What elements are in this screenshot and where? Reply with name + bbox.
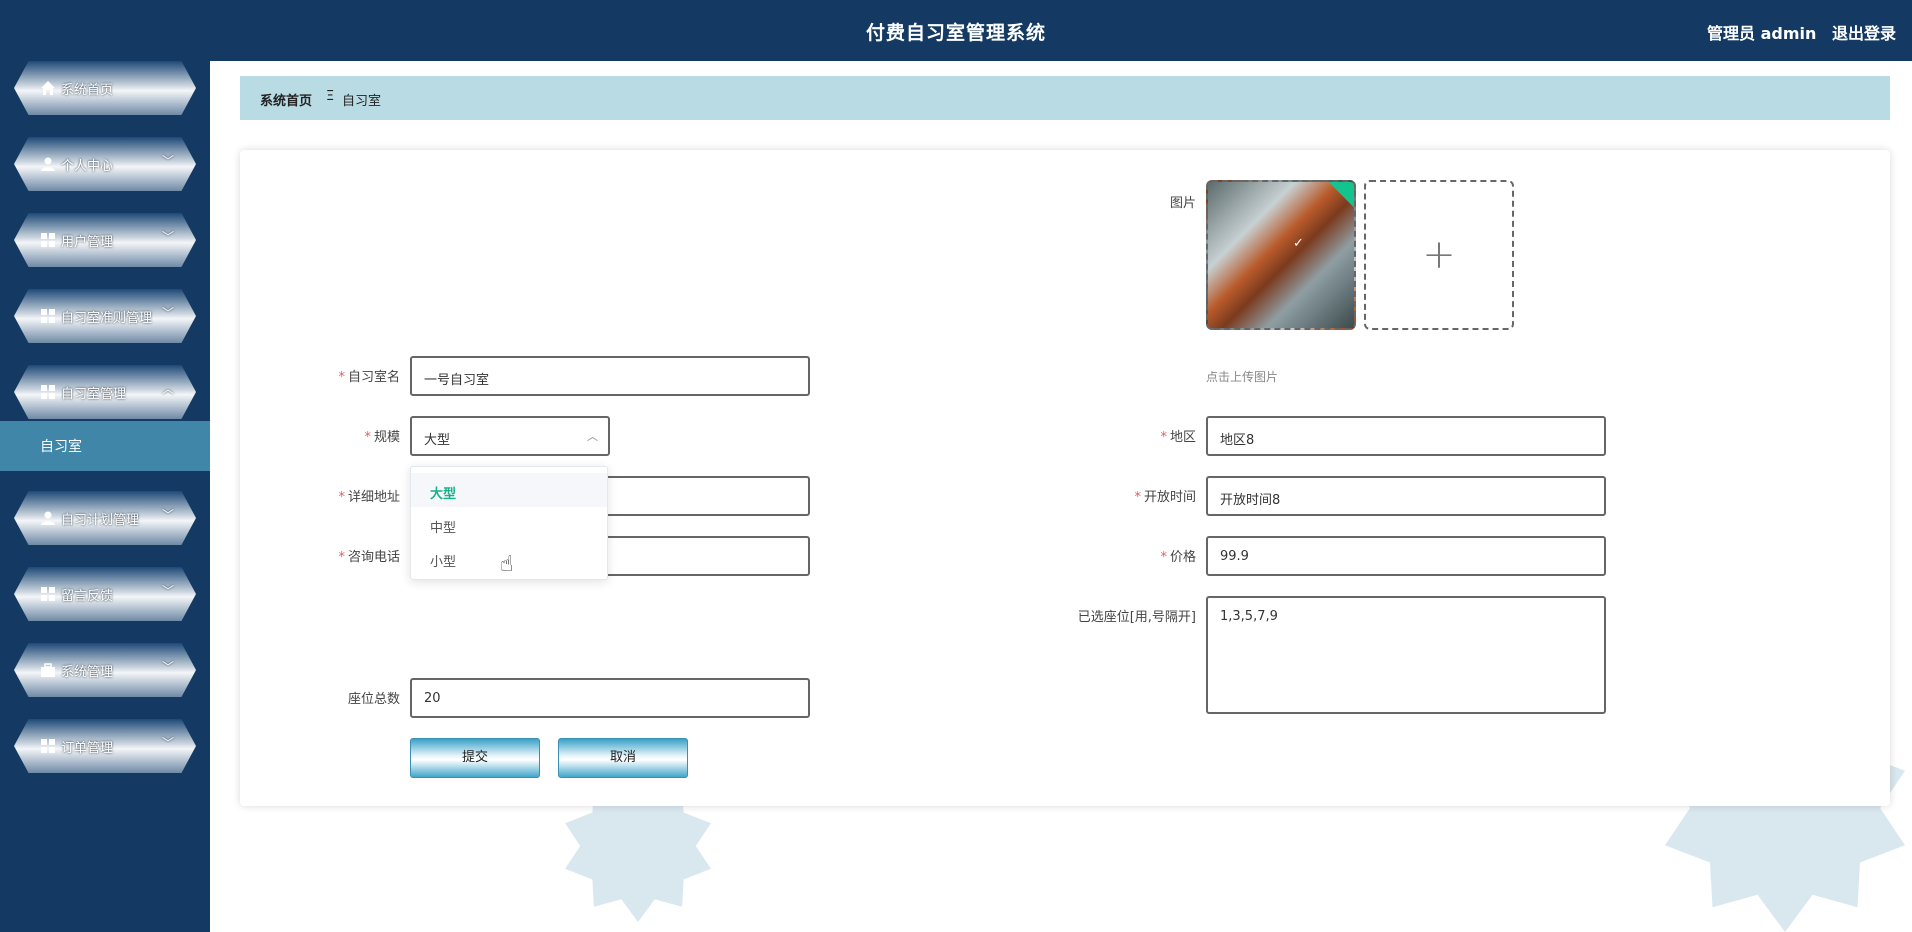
sidebar-item-rules-management[interactable]: 自习室准则管理 ﹀	[14, 289, 196, 343]
phone-label: * 咨询电话	[338, 550, 400, 565]
sidebar-item-system-management[interactable]: 系统管理 ﹀	[14, 643, 196, 697]
app-title: 付费自习室管理系统	[865, 22, 1046, 44]
check-icon: ✓	[1293, 236, 1304, 251]
submit-button[interactable]: 提交	[410, 738, 540, 778]
sidebar: 系统首页 个人中心 ﹀ 用户管理 ﹀ 自习室准则管理 ﹀ 自习室管理 ︿ 自习室…	[0, 61, 210, 932]
dropdown-option[interactable]: 中型	[411, 507, 607, 541]
home-icon	[41, 81, 55, 95]
chevron-up-icon: ︿	[587, 430, 598, 443]
dropdown-option[interactable]: 大型	[411, 473, 607, 507]
logout-link[interactable]: 退出登录	[1832, 24, 1896, 43]
sidebar-item-feedback[interactable]: 留言反馈 ﹀	[14, 567, 196, 621]
scale-select[interactable]: 大型 ︿	[410, 416, 610, 456]
grid-icon	[41, 587, 55, 601]
upload-add-button[interactable]: +	[1364, 180, 1514, 330]
sidebar-item-personal-center[interactable]: 个人中心 ﹀	[14, 137, 196, 191]
user-area: 管理员 admin 退出登录	[1697, 20, 1896, 44]
room-name-label: * 自习室名	[338, 370, 400, 385]
sidebar-item-room-management[interactable]: 自习室管理 ︿	[14, 365, 196, 419]
person-icon	[41, 157, 55, 171]
breadcrumb: 系统首页 Ξ 自习室	[240, 76, 1890, 120]
grid-icon	[41, 739, 55, 753]
cancel-button[interactable]: 取消	[558, 738, 688, 778]
top-bar: 付费自习室管理系统 管理员 admin 退出登录	[0, 0, 1912, 61]
seats-total-input[interactable]: 20	[410, 678, 810, 718]
sidebar-item-label: 系统管理	[61, 665, 114, 680]
sidebar-item-label: 留言反馈	[61, 589, 114, 604]
sidebar-item-label: 自习室准则管理	[61, 311, 153, 326]
uploaded-image-thumbnail[interactable]: ✓	[1206, 180, 1356, 330]
upload-hint: 点击上传图片	[1206, 370, 1279, 384]
breadcrumb-current: 自习室	[342, 94, 382, 109]
person-icon	[41, 511, 55, 525]
room-name-input[interactable]: 一号自习室	[410, 356, 810, 396]
selected-seats-textarea[interactable]: 1,3,5,7,9	[1206, 596, 1606, 714]
region-input[interactable]: 地区8	[1206, 416, 1606, 456]
sidebar-item-label: 用户管理	[61, 235, 114, 250]
sidebar-item-label: 自习计划管理	[61, 513, 140, 528]
breadcrumb-separator-icon: Ξ	[326, 89, 335, 104]
chevron-down-icon: ﹀	[161, 584, 174, 598]
current-user: 管理员 admin	[1707, 24, 1817, 43]
hand-cursor-icon: ☝	[500, 552, 514, 577]
briefcase-icon	[41, 663, 55, 677]
chevron-down-icon: ﹀	[161, 660, 174, 674]
grid-icon	[41, 385, 55, 399]
form-card: 图片 ✓ + 点击上传图片 * 自习室名 一号自习室 * 规模 大型 ︿ * 详细地址…	[240, 150, 1890, 806]
scale-select-value: 大型	[424, 433, 451, 448]
sidebar-item-label: 自习室管理	[61, 387, 127, 402]
sidebar-item-label: 系统首页	[61, 83, 114, 98]
sidebar-item-label: 订单管理	[61, 741, 114, 756]
sidebar-subitem-study-room[interactable]: 自习室	[0, 421, 210, 471]
seats-total-label: 座位总数	[347, 692, 400, 707]
sidebar-item-order-management[interactable]: 订单管理 ﹀	[14, 719, 196, 773]
price-label: * 价格	[1160, 550, 1196, 565]
sidebar-item-label: 个人中心	[61, 159, 114, 174]
sidebar-item-user-management[interactable]: 用户管理 ﹀	[14, 213, 196, 267]
open-time-label: * 开放时间	[1134, 490, 1196, 505]
scale-label: * 规模	[364, 430, 400, 445]
breadcrumb-home[interactable]: 系统首页	[260, 90, 312, 109]
grid-icon	[41, 309, 55, 323]
chevron-down-icon: ﹀	[161, 736, 174, 750]
success-corner-icon	[1328, 182, 1354, 208]
grid-icon	[41, 233, 55, 247]
region-label: * 地区	[1160, 430, 1196, 445]
chevron-down-icon: ﹀	[161, 230, 174, 244]
chevron-down-icon: ﹀	[161, 306, 174, 320]
open-time-input[interactable]: 开放时间8	[1206, 476, 1606, 516]
image-label: 图片	[1169, 196, 1196, 211]
selected-seats-label: 已选座位[用,号隔开]	[1077, 610, 1196, 625]
sidebar-subitem-label: 自习室	[40, 439, 82, 455]
sidebar-item-home[interactable]: 系统首页	[14, 61, 196, 115]
chevron-down-icon: ﹀	[161, 154, 174, 168]
sidebar-item-study-plan[interactable]: 自习计划管理 ﹀	[14, 491, 196, 545]
chevron-down-icon: ﹀	[161, 508, 174, 522]
address-label: * 详细地址	[338, 490, 400, 505]
price-input[interactable]: 99.9	[1206, 536, 1606, 576]
chevron-up-icon: ︿	[161, 382, 174, 396]
